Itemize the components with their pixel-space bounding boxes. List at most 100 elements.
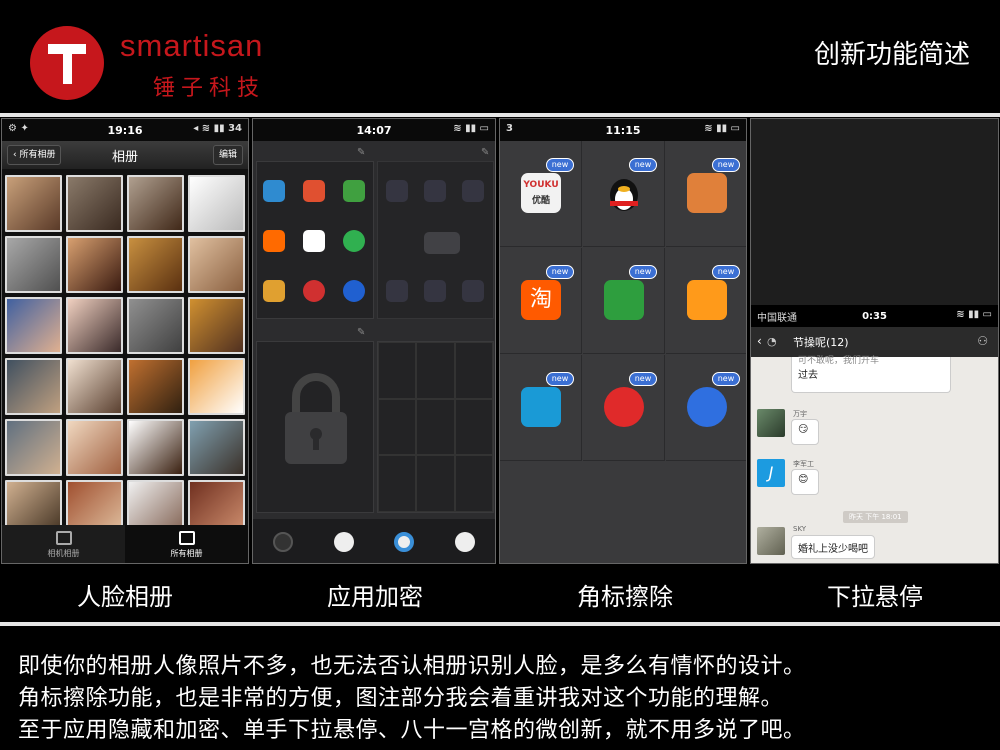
reader-app-icon[interactable]	[687, 173, 727, 213]
new-badge[interactable]: new	[629, 265, 657, 279]
app-cell[interactable]: new	[583, 248, 665, 354]
face-photo[interactable]	[5, 297, 62, 354]
avatar[interactable]: J	[757, 459, 785, 487]
avatar[interactable]	[757, 527, 785, 555]
new-badge[interactable]: new	[712, 265, 740, 279]
face-photo[interactable]	[66, 175, 123, 232]
emoji-bubble[interactable]: 😏	[791, 419, 819, 445]
face-photo[interactable]	[188, 358, 245, 415]
message-bubble[interactable]: 可不敢呢，我们开车 过去	[791, 356, 951, 393]
app-cell[interactable]: new	[666, 141, 746, 247]
face-photo-grid	[5, 175, 248, 537]
album-tabbar: 相机相册 所有相册	[2, 525, 248, 563]
android-icon: ⚙ ✦	[8, 123, 29, 134]
qq-penguin-icon[interactable]	[604, 173, 644, 213]
star-app-icon[interactable]	[687, 387, 727, 427]
youku-app-icon[interactable]: YOUKU 优酷	[521, 173, 561, 213]
status-bar: 14:07 ≋ ▮▮ ▭	[253, 119, 495, 141]
message-dock-icon[interactable]	[454, 532, 475, 552]
face-photo[interactable]	[5, 419, 62, 476]
face-photo[interactable]	[66, 236, 123, 293]
pencil-icon[interactable]: ✎	[357, 327, 365, 338]
face-photo[interactable]	[66, 297, 123, 354]
new-badge[interactable]: new	[629, 158, 657, 172]
nickname: 李军工	[793, 460, 814, 468]
app-folder[interactable]	[256, 161, 374, 319]
app-icon[interactable]	[343, 180, 365, 202]
face-photo[interactable]	[127, 419, 184, 476]
app-cell[interactable]: new	[583, 355, 665, 461]
tab-camera-album[interactable]: 相机相册	[2, 525, 125, 563]
face-photo[interactable]	[127, 297, 184, 354]
app-icon[interactable]	[424, 232, 460, 254]
pencil-icon[interactable]: ✎	[357, 147, 365, 158]
back-chevron-icon[interactable]: ‹	[757, 334, 762, 348]
app-icon[interactable]	[424, 280, 446, 302]
app-cell[interactable]: new	[666, 355, 746, 461]
new-badge[interactable]: new	[546, 265, 574, 279]
lock-icon	[285, 373, 347, 464]
mail-app-icon[interactable]	[303, 180, 325, 202]
app-cell[interactable]: new	[583, 141, 665, 247]
album-title: 相册	[111, 149, 138, 165]
emoji-bubble[interactable]: 😊	[791, 469, 819, 495]
new-badge[interactable]: new	[546, 158, 574, 172]
face-photo[interactable]	[5, 236, 62, 293]
video-app-icon[interactable]	[343, 280, 365, 302]
face-photo[interactable]	[5, 175, 62, 232]
app-cell[interactable]: 淘 new	[500, 248, 582, 354]
app-icon[interactable]	[303, 280, 325, 302]
phone-dock-icon[interactable]	[333, 532, 354, 552]
browser-dock-icon[interactable]	[394, 532, 415, 552]
travel-app-icon[interactable]	[521, 387, 561, 427]
tab-all-albums[interactable]: 所有相册	[125, 525, 248, 563]
grid-cell	[378, 342, 417, 399]
pencil-icon[interactable]: ✎	[481, 147, 489, 158]
app-icon[interactable]	[462, 180, 484, 202]
new-badge[interactable]: new	[712, 372, 740, 386]
app-icon[interactable]	[303, 230, 325, 252]
face-photo[interactable]	[5, 358, 62, 415]
app-icon[interactable]	[386, 280, 408, 302]
smile-app-icon[interactable]	[687, 280, 727, 320]
message-bubble[interactable]: 婚礼上没少喝吧	[791, 535, 875, 559]
avatar[interactable]	[757, 409, 785, 437]
evernote-app-icon[interactable]	[604, 280, 644, 320]
hidden-app-folder[interactable]	[377, 161, 494, 319]
app-cell[interactable]: new	[500, 355, 582, 461]
face-photo[interactable]	[127, 358, 184, 415]
encrypt-screenshot: 14:07 ≋ ▮▮ ▭ ✎ ✎ ✎	[252, 118, 496, 564]
app-cell[interactable]: new	[666, 248, 746, 354]
face-photo[interactable]	[66, 358, 123, 415]
group-members-icon[interactable]: ⚇	[977, 334, 988, 348]
locked-folder[interactable]	[256, 341, 374, 513]
settings-dock-icon[interactable]	[273, 532, 294, 552]
caption-pulldown-hover: 下拉悬停	[827, 583, 923, 611]
face-photo[interactable]	[127, 175, 184, 232]
app-icon[interactable]	[263, 280, 285, 302]
face-photo[interactable]	[188, 236, 245, 293]
face-photo[interactable]	[188, 419, 245, 476]
album-screenshot: ⚙ ✦ 19:16 ◂ ≋ ▮▮ 34 ‹ 所有相册 相册 编辑 相机相册 所有…	[1, 118, 249, 564]
grid-cell	[454, 398, 493, 456]
new-badge[interactable]: new	[629, 372, 657, 386]
face-photo[interactable]	[66, 419, 123, 476]
app-icon[interactable]	[462, 280, 484, 302]
edit-button[interactable]: 编辑	[212, 145, 243, 165]
nickname: SKY	[793, 525, 807, 533]
app-icon[interactable]	[263, 180, 285, 202]
maps-app-icon[interactable]	[604, 387, 644, 427]
mi-app-icon[interactable]	[263, 230, 285, 252]
new-badge[interactable]: new	[712, 158, 740, 172]
face-photo[interactable]	[127, 236, 184, 293]
app-icon[interactable]	[386, 180, 408, 202]
face-photo[interactable]	[188, 175, 245, 232]
empty-folder-grid[interactable]	[377, 341, 494, 513]
back-button[interactable]: ‹ 所有相册	[7, 145, 62, 165]
taobao-app-icon[interactable]: 淘	[521, 280, 561, 320]
play-app-icon[interactable]	[343, 230, 365, 252]
app-cell[interactable]: YOUKU 优酷 new	[500, 141, 582, 247]
face-photo[interactable]	[188, 297, 245, 354]
app-icon[interactable]	[424, 180, 446, 202]
new-badge[interactable]: new	[546, 372, 574, 386]
